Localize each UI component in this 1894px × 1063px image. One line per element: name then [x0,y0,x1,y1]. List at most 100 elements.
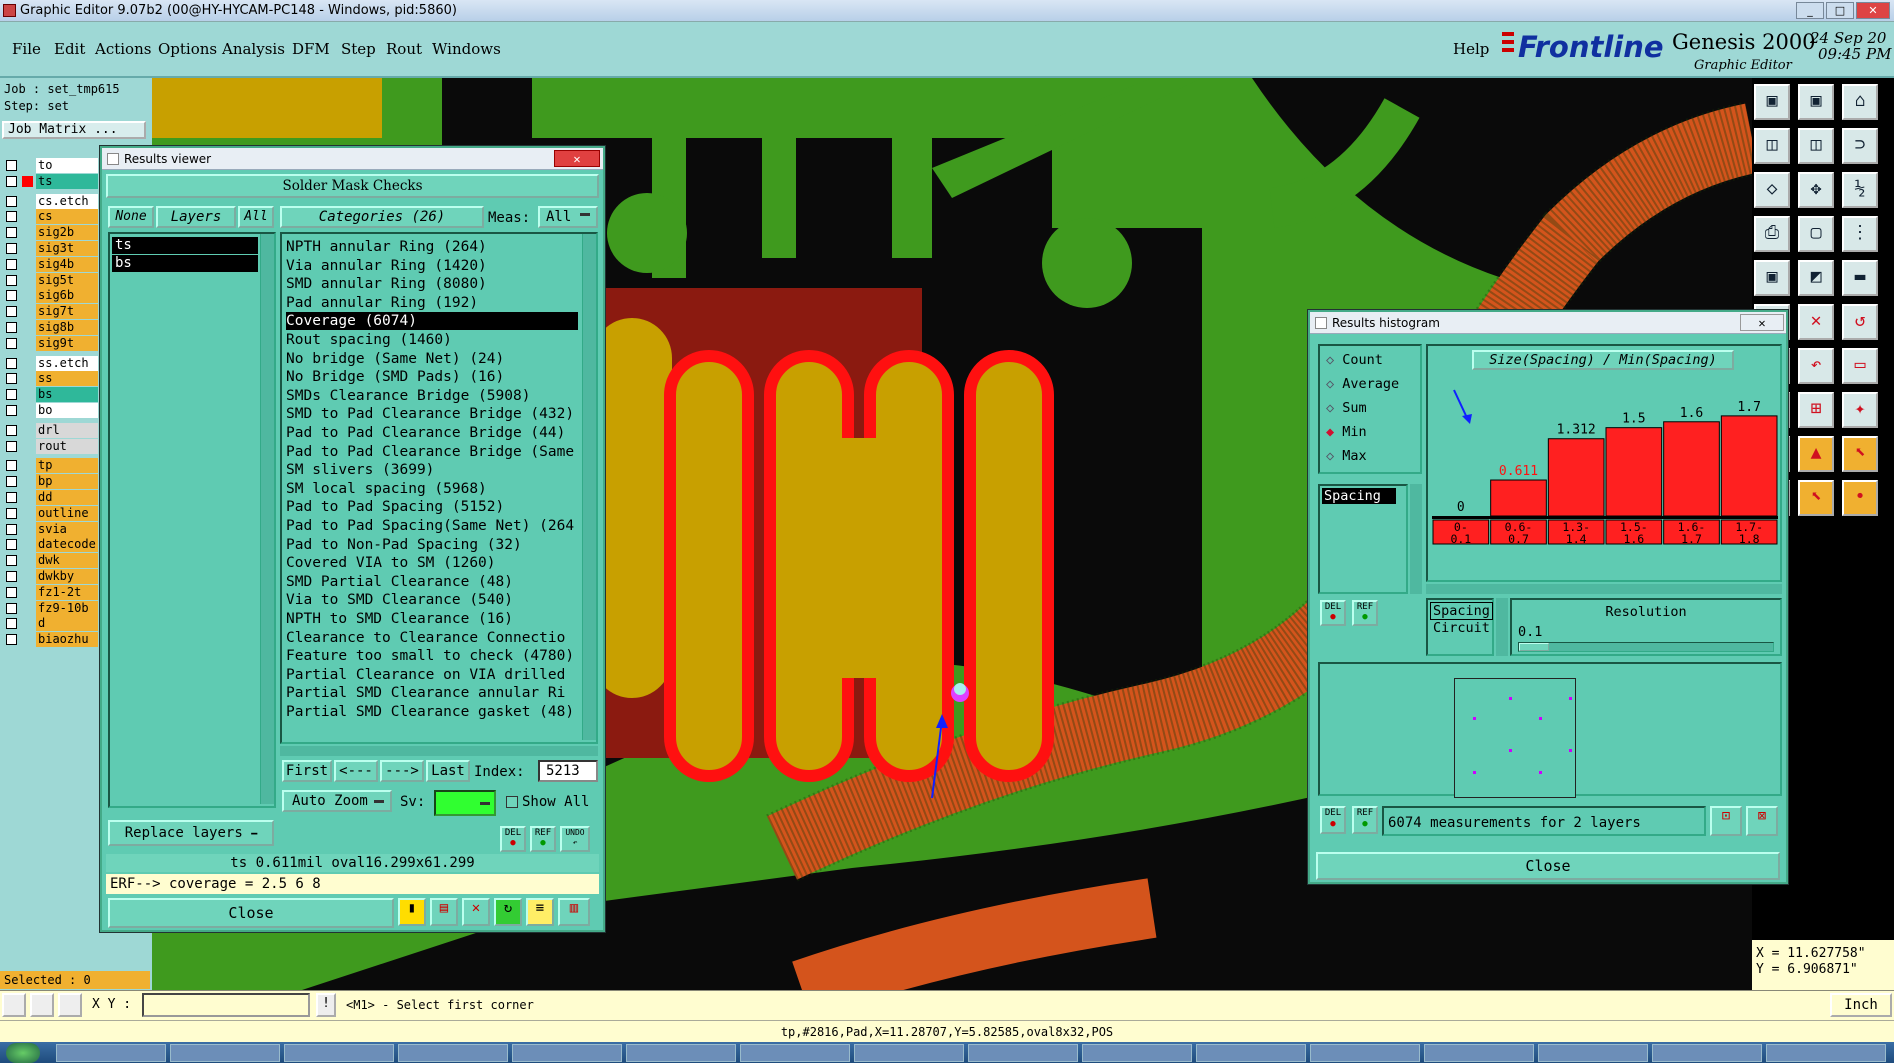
print-icon[interactable]: ⎙ [1754,216,1790,252]
layer-name[interactable]: biaozhu [36,632,98,648]
mode-count[interactable]: ◇ Count [1326,352,1383,368]
category-item[interactable]: Pad to Pad Spacing (5152) [286,498,578,516]
layer-checkbox[interactable] [6,306,17,318]
category-item[interactable]: SMD to Pad Clearance Bridge (432) [286,405,578,423]
cross-icon[interactable]: ✕ [462,898,490,926]
layer-checkbox[interactable] [6,634,17,646]
layer-name[interactable]: svia [36,521,98,537]
category-item[interactable]: Pad to Pad Spacing(Same Net) (264 [286,517,578,535]
menu-help[interactable]: Help [1453,40,1489,58]
blank-icon[interactable]: ▢ [1798,216,1834,252]
taskbar-item[interactable] [56,1044,166,1062]
measure-spacing[interactable]: Spacing [1322,488,1396,504]
grid-icon[interactable] [58,993,82,1017]
layer-icon[interactable]: ▤ [430,898,458,926]
layer-name[interactable]: sig8b [36,320,98,335]
index-input[interactable]: 5213 [538,760,598,782]
layer-name[interactable]: bs [36,387,98,403]
report-icon[interactable]: ≡ [526,898,554,926]
bar-icon[interactable]: ▬ [1842,260,1878,296]
menu-file[interactable]: File [12,40,41,58]
category-item[interactable]: SMD annular Ring (8080) [286,275,578,293]
save-icon[interactable]: ▣ [1754,84,1790,120]
category-item[interactable]: Partial SMD Clearance gasket (48) [286,703,578,721]
category-item[interactable]: No bridge (Same Net) (24) [286,350,578,368]
layer-name[interactable]: fz9-10b [36,600,98,616]
results-viewer-close-button[interactable]: Close [108,898,394,928]
categories-button[interactable]: Categories (26) [280,206,484,228]
layer-name[interactable]: sig4b [36,256,98,272]
open-icon[interactable]: ▣ [1798,84,1834,120]
arc-icon[interactable]: ↶ [1798,348,1834,384]
taskbar-item[interactable] [398,1044,508,1062]
minimize-button[interactable]: _ [1796,2,1824,19]
layer-row-sig4b[interactable]: sig4b [2,256,98,272]
histogram-bar[interactable] [1605,427,1663,517]
layer-name[interactable]: drl [36,422,98,438]
layer-checkbox[interactable] [6,405,17,416]
layer-checkbox[interactable] [6,373,17,385]
layer-checkbox[interactable] [6,460,17,472]
layer-row-ts[interactable]: ts [2,173,98,189]
home-icon[interactable]: ⌂ [1842,84,1878,120]
category-item[interactable]: Partial SMD Clearance annular Ri [286,684,578,702]
layer-checkbox[interactable] [6,618,17,630]
categories-list[interactable]: NPTH annular Ring (264) Via annular Ring … [280,232,598,744]
category-item[interactable]: NPTH to SMD Clearance (16) [286,610,578,628]
layer-row-to[interactable]: to [2,158,98,173]
preview-del-button[interactable]: DEL ● [1320,806,1346,834]
layer-row-outline[interactable]: outline [2,505,98,521]
close-window-button[interactable]: ✕ [1856,2,1890,19]
layer-row-cs[interactable]: cs [2,209,98,225]
layer-name[interactable]: ts [36,173,98,189]
type-scrollbar[interactable] [1496,598,1508,656]
next-button[interactable]: ---> [380,760,424,782]
taskbar-item[interactable] [1766,1044,1886,1062]
histogram-bar[interactable] [1720,415,1778,517]
ref-button[interactable]: REF ● [530,826,556,852]
menu-rout[interactable]: Rout [386,40,422,58]
layer-name[interactable]: sig2b [36,225,98,241]
del-button[interactable]: DEL ● [500,826,526,852]
layer-row-bo[interactable]: bo [2,403,98,418]
layer-name[interactable]: tp [36,458,98,474]
fit-icon[interactable]: ◇ [1754,172,1790,208]
snapshot-icon[interactable]: ▣ [1754,260,1790,296]
prev-button[interactable]: <--- [334,760,378,782]
units-button[interactable]: Inch [1830,993,1892,1017]
preview-ref-button[interactable]: REF ● [1352,806,1378,834]
layer-row-dwkby[interactable]: dwkby [2,569,98,584]
layer-name[interactable]: bo [36,403,98,418]
hist-del-button[interactable]: DEL ● [1320,600,1346,626]
layer-row-rout[interactable]: rout [2,438,98,454]
info-icon[interactable]: ! [316,993,336,1017]
category-item[interactable]: Covered VIA to SM (1260) [286,554,578,572]
layer-name[interactable]: cs.etch [36,193,98,209]
measure-list[interactable]: Spacing [1318,484,1408,594]
measure-scrollbar[interactable] [1410,484,1422,594]
layer-row-sig5t[interactable]: sig5t [2,272,98,288]
select-icon[interactable]: ⬉ [1842,436,1878,472]
results-viewer-close-icon[interactable]: ✕ [554,150,600,167]
category-item[interactable]: Clearance to Clearance Connectio [286,629,578,647]
layer-checkbox[interactable] [6,539,17,551]
layer-checkbox[interactable] [6,290,17,302]
layer-row-biaozhu[interactable]: biaozhu [2,632,98,648]
taskbar-item[interactable] [512,1044,622,1062]
meas-select[interactable]: All [538,206,598,228]
layer-row-sig7t[interactable]: sig7t [2,304,98,320]
category-item[interactable]: NPTH annular Ring (264) [286,238,578,256]
half-icon[interactable]: ½ [1842,172,1878,208]
layer-checkbox[interactable] [6,440,17,452]
taskbar-item[interactable] [1082,1044,1192,1062]
export-icon[interactable]: ↻ [494,898,522,926]
layer-checkbox[interactable] [6,337,17,349]
layer-row-sig3t[interactable]: sig3t [2,241,98,256]
taskbar-item[interactable] [854,1044,964,1062]
type-circuit[interactable]: Circuit [1430,620,1493,636]
result-layer-bs[interactable]: bs [112,255,258,272]
histogram-close-icon[interactable]: ✕ [1740,314,1784,331]
frame-icon[interactable]: ⊞ [1798,392,1834,428]
pointer-icon[interactable]: ⬉ [1798,480,1834,516]
mode-average[interactable]: ◇ Average [1326,376,1399,392]
